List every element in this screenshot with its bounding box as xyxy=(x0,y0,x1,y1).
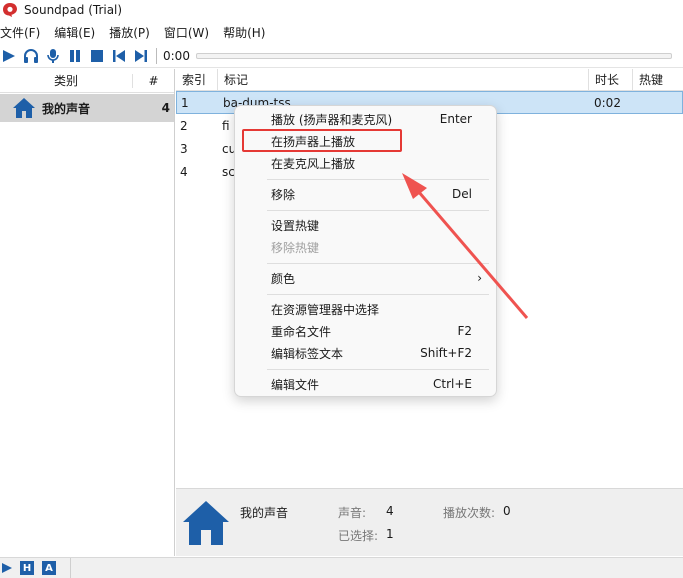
menu-item-label: 编辑标签文本 xyxy=(271,346,344,361)
menu-item-label: 重命名文件 xyxy=(271,324,332,339)
menu-item-play-speakers[interactable]: 在扬声器上播放 xyxy=(235,130,496,152)
menu-item-shortcut: Ctrl+E xyxy=(433,377,472,391)
menu-item-play-microphone[interactable]: 在麦克风上播放 xyxy=(235,152,496,174)
category-item-my-sounds[interactable]: 我的声音 4 xyxy=(0,94,174,122)
menu-item-edit-file[interactable]: 编辑文件 Ctrl+E xyxy=(235,373,496,395)
next-button[interactable] xyxy=(132,47,150,65)
menu-separator xyxy=(267,179,489,180)
play-icon xyxy=(2,563,12,573)
home-icon xyxy=(13,98,35,118)
stop-icon xyxy=(91,49,103,62)
menu-item-label: 移除 xyxy=(271,187,296,202)
menu-item-remove[interactable]: 移除 Del xyxy=(235,183,496,205)
play-button[interactable] xyxy=(0,47,18,65)
context-menu: 播放 (扬声器和麦克风) Enter 在扬声器上播放 在麦克风上播放 移除 De… xyxy=(234,105,497,397)
pause-icon xyxy=(70,49,80,62)
menu-separator xyxy=(267,263,489,264)
menu-item-shortcut: Del xyxy=(452,187,472,201)
duration-column-header[interactable]: 时长 xyxy=(589,69,633,90)
sound-list-header: 索引 标记 时长 热键 xyxy=(176,69,683,91)
menu-help[interactable]: 帮助(H) xyxy=(223,24,265,41)
stop-button[interactable] xyxy=(88,47,106,65)
selected-count-label: 已选择: xyxy=(338,529,379,543)
index-column-header[interactable]: 索引 xyxy=(176,69,218,90)
category-name: 我的声音 xyxy=(42,101,91,116)
menu-item-rename-file[interactable]: 重命名文件 F2 xyxy=(235,320,496,342)
sounds-count-value: 4 xyxy=(386,504,394,518)
menu-separator xyxy=(267,294,489,295)
menu-item-label: 在扬声器上播放 xyxy=(271,134,356,149)
play-speakers-button[interactable] xyxy=(22,47,40,65)
row-duration: 0:02 xyxy=(594,95,621,110)
hotkeys-badge[interactable]: H xyxy=(20,561,34,575)
seek-slider[interactable] xyxy=(195,52,672,59)
toolbar-separator xyxy=(156,47,157,64)
menu-item-label: 编辑文件 xyxy=(271,377,320,392)
sounds-count-label: 声音: xyxy=(338,506,367,520)
previous-button[interactable] xyxy=(110,47,128,65)
menu-item-label: 设置热键 xyxy=(271,218,320,233)
soundpad-logo-icon xyxy=(3,3,17,17)
menu-item-shortcut: Enter xyxy=(439,112,472,126)
menu-file[interactable]: 文件(F) xyxy=(0,24,40,41)
menu-item-edit-tag[interactable]: 编辑标签文本 Shift+F2 xyxy=(235,342,496,364)
row-index: 3 xyxy=(180,141,188,156)
row-index: 4 xyxy=(180,164,188,179)
play-icon xyxy=(3,49,15,62)
headphones-icon xyxy=(24,48,38,63)
category-name-header[interactable]: 类别 xyxy=(0,72,132,89)
info-category-name: 我的声音 xyxy=(240,506,289,520)
tag-column-header[interactable]: 标记 xyxy=(218,69,589,90)
menu-play[interactable]: 播放(P) xyxy=(109,24,150,41)
menu-item-set-hotkey[interactable]: 设置热键 xyxy=(235,214,496,236)
play-microphone-button[interactable] xyxy=(44,47,62,65)
category-panel: 类别 # 我的声音 4 xyxy=(0,69,175,556)
row-index: 2 xyxy=(180,118,188,133)
autoplay-badge[interactable]: A xyxy=(42,561,56,575)
menu-item-shortcut: F2 xyxy=(457,324,472,338)
toolbar: 0:00 xyxy=(0,44,683,68)
window-title: Soundpad (Trial) xyxy=(24,3,123,17)
pause-button[interactable] xyxy=(66,47,84,65)
skip-forward-icon xyxy=(135,49,147,62)
info-panel: 我的声音 声音: 4 播放次数: 0 已选择: 1 xyxy=(176,488,683,556)
menu-separator xyxy=(267,369,489,370)
menu-item-color[interactable]: 颜色 › xyxy=(235,267,496,289)
home-icon xyxy=(183,501,229,545)
menu-edit[interactable]: 编辑(E) xyxy=(54,24,95,41)
play-count-label: 播放次数: xyxy=(443,506,496,520)
status-bar: H A xyxy=(0,557,683,578)
chevron-right-icon: › xyxy=(477,271,482,285)
playback-time: 0:00 xyxy=(163,48,190,63)
row-index: 1 xyxy=(181,95,189,110)
hotkey-column-header[interactable]: 热键 xyxy=(633,69,683,90)
status-separator xyxy=(70,558,71,578)
menu-item-label: 颜色 xyxy=(271,271,296,286)
category-count: 4 xyxy=(161,101,170,115)
menu-item-label: 移除热键 xyxy=(271,240,320,255)
menu-item-shortcut: Shift+F2 xyxy=(420,346,472,360)
play-count-value: 0 xyxy=(503,504,511,518)
menu-item-label: 播放 (扬声器和麦克风) xyxy=(271,112,393,127)
microphone-icon xyxy=(47,48,59,63)
title-bar: Soundpad (Trial) xyxy=(0,0,683,20)
menu-bar: 文件(F) 编辑(E) 播放(P) 窗口(W) 帮助(H) xyxy=(0,21,683,43)
menu-separator xyxy=(267,210,489,211)
skip-back-icon xyxy=(113,49,125,62)
category-count-header[interactable]: # xyxy=(132,73,174,88)
selected-count-value: 1 xyxy=(386,527,394,541)
menu-item-remove-hotkey: 移除热键 xyxy=(235,236,496,258)
menu-item-label: 在资源管理器中选择 xyxy=(271,302,380,317)
menu-window[interactable]: 窗口(W) xyxy=(164,24,209,41)
category-header: 类别 # xyxy=(0,69,174,93)
menu-item-show-in-explorer[interactable]: 在资源管理器中选择 xyxy=(235,298,496,320)
menu-item-play-both[interactable]: 播放 (扬声器和麦克风) Enter xyxy=(235,108,496,130)
menu-item-label: 在麦克风上播放 xyxy=(271,156,356,171)
